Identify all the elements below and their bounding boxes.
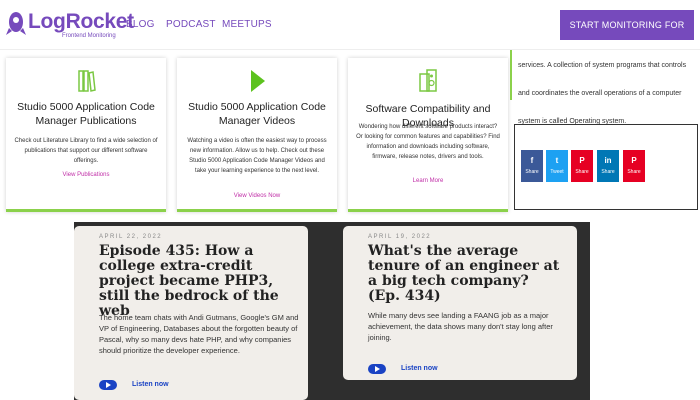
nav-meetups[interactable]: MEETUPS bbox=[222, 19, 272, 30]
card-videos: Studio 5000 Application Code Manager Vid… bbox=[177, 58, 337, 212]
linkedin-icon: in bbox=[604, 156, 612, 165]
share-label: Share bbox=[575, 169, 589, 175]
pinterest-share-button[interactable]: P Share bbox=[571, 150, 593, 182]
twitter-icon: t bbox=[555, 156, 559, 165]
start-monitoring-button[interactable]: START MONITORING FOR FREE bbox=[560, 10, 694, 60]
podcast-date: APRIL 19, 2022 bbox=[368, 234, 432, 240]
logo-tagline: Frontend Monitoring bbox=[62, 33, 116, 39]
play-icon bbox=[251, 70, 265, 92]
facebook-share-button[interactable]: f Share bbox=[521, 150, 543, 182]
card-body: Wondering how different software product… bbox=[356, 124, 500, 160]
share-label: Tweet bbox=[550, 169, 564, 175]
sidebar-accent-bar bbox=[510, 50, 512, 100]
card-title: Studio 5000 Application Code Manager Pub… bbox=[17, 101, 155, 127]
listen-now-link[interactable]: Listen now bbox=[132, 381, 169, 388]
logo-wordmark: LogRocket bbox=[28, 10, 134, 33]
pinterest-share-button[interactable]: P Share bbox=[623, 150, 645, 182]
logrocket-logo[interactable]: LogRocket Frontend Monitoring bbox=[6, 8, 134, 40]
share-label: Share bbox=[525, 169, 539, 175]
listen-now-link[interactable]: Listen now bbox=[401, 365, 438, 372]
linkedin-share-button[interactable]: in Share bbox=[597, 150, 619, 182]
card-body: Check out Literature Library to find a w… bbox=[14, 138, 158, 164]
podcast-title[interactable]: What's the average tenure of an engineer… bbox=[368, 244, 563, 304]
play-icon[interactable] bbox=[368, 364, 386, 374]
card-compatibility: Software Compatibility and Downloads Won… bbox=[348, 58, 508, 212]
play-icon[interactable] bbox=[99, 380, 117, 390]
books-icon bbox=[78, 70, 96, 92]
card-title: Studio 5000 Application Code Manager Vid… bbox=[188, 101, 326, 127]
view-publications-link[interactable]: View Publications bbox=[6, 172, 166, 178]
podcast-title[interactable]: Episode 435: How a college extra-credit … bbox=[99, 244, 299, 319]
card-body: Watching a video is often the easiest wa… bbox=[187, 138, 327, 174]
facebook-icon: f bbox=[530, 156, 534, 165]
devices-icon bbox=[419, 69, 437, 92]
pinterest-icon: P bbox=[631, 156, 637, 165]
view-videos-link[interactable]: View Videos Now bbox=[177, 193, 337, 199]
learn-more-link[interactable]: Learn More bbox=[348, 178, 508, 184]
nav-podcast[interactable]: PODCAST bbox=[166, 19, 216, 30]
rocket-logo-icon bbox=[6, 12, 26, 35]
site-header: LogRocket Frontend Monitoring BLOG PODCA… bbox=[0, 0, 700, 60]
nav-blog[interactable]: BLOG bbox=[126, 19, 155, 30]
card-publications: Studio 5000 Application Code Manager Pub… bbox=[6, 58, 166, 212]
pinterest-icon: P bbox=[579, 156, 585, 165]
podcast-description: While many devs see landing a FAANG job … bbox=[368, 311, 553, 342]
share-label: Share bbox=[601, 169, 615, 175]
podcast-card[interactable]: APRIL 22, 2022 Episode 435: How a colleg… bbox=[74, 226, 308, 400]
podcast-date: APRIL 22, 2022 bbox=[99, 234, 163, 240]
podcast-description: The home team chats with Andi Gutmans, G… bbox=[99, 313, 299, 355]
podcast-card[interactable]: APRIL 19, 2022 What's the average tenure… bbox=[343, 226, 577, 380]
share-label: Share bbox=[627, 169, 641, 175]
twitter-share-button[interactable]: t Tweet bbox=[546, 150, 568, 182]
